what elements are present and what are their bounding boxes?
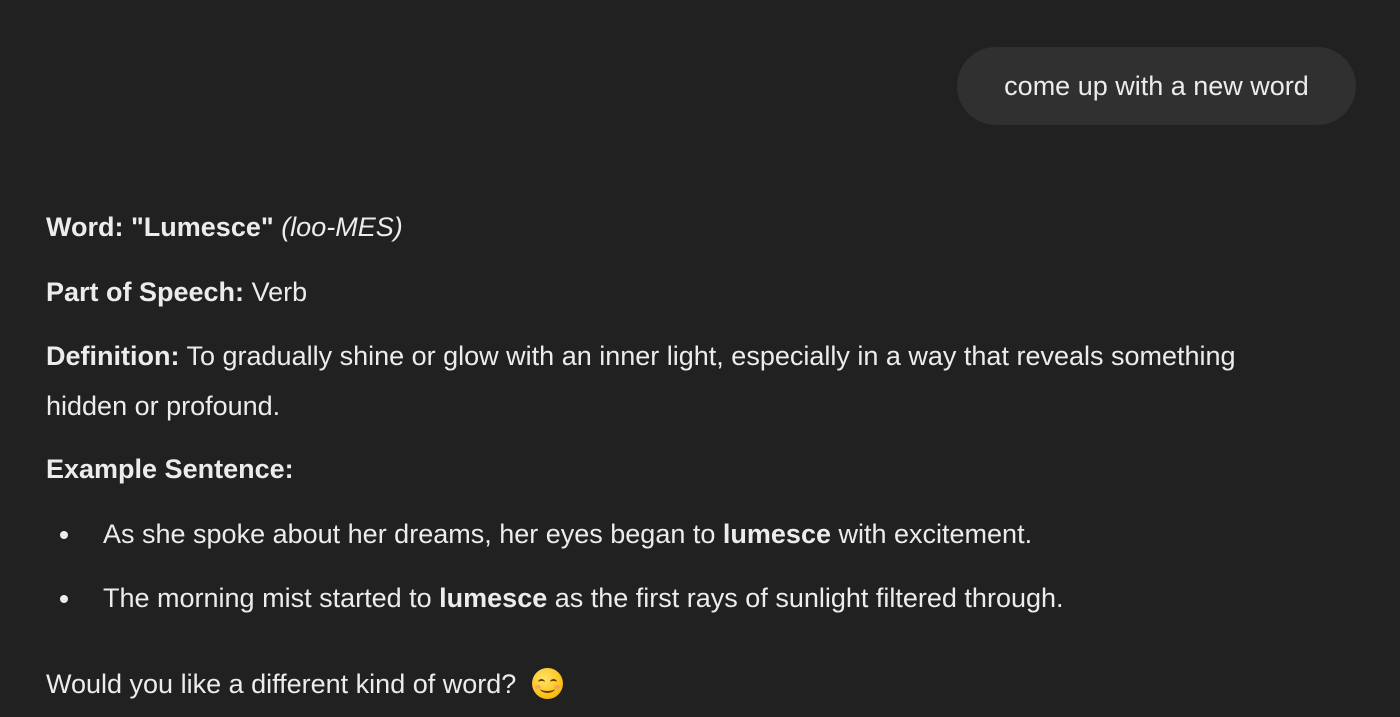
user-message-text: come up with a new word bbox=[1004, 70, 1309, 101]
user-message-bubble: come up with a new word bbox=[957, 47, 1356, 125]
word-label: Word: bbox=[46, 212, 124, 242]
example-highlight-word: lumesce bbox=[722, 519, 831, 549]
word-pronunciation: (loo-MES) bbox=[281, 212, 403, 242]
example-sentence: As she spoke about her dreams, her eyes … bbox=[103, 518, 1032, 550]
example-highlight-word: lumesce bbox=[439, 583, 548, 613]
word-value: "Lumesce" bbox=[131, 212, 274, 242]
definition-label: Definition: bbox=[46, 341, 180, 371]
bullet-icon bbox=[60, 531, 68, 539]
definition-text-line2: hidden or profound. bbox=[46, 391, 281, 421]
example-text-after: with excitement. bbox=[838, 519, 1033, 549]
example-label: Example Sentence: bbox=[46, 454, 294, 484]
example-sentence: The morning mist started to lumesce as t… bbox=[103, 582, 1064, 614]
definition-continuation: hidden or profound. bbox=[46, 390, 280, 422]
word-line: Word: "Lumesce" (loo-MES) bbox=[46, 211, 403, 243]
example-text-before: As she spoke about her dreams, her eyes … bbox=[103, 519, 716, 549]
closing-question: Would you like a different kind of word? bbox=[46, 669, 517, 699]
pos-label: Part of Speech: bbox=[46, 277, 245, 307]
example-text-after: as the first rays of sunlight filtered t… bbox=[554, 583, 1064, 613]
smiling-face-icon bbox=[531, 668, 563, 699]
definition-text-line1: To gradually shine or glow with an inner… bbox=[186, 341, 1236, 371]
definition-line: Definition: To gradually shine or glow w… bbox=[46, 340, 1236, 372]
bullet-icon bbox=[60, 595, 68, 603]
pos-value: Verb bbox=[251, 277, 308, 307]
closing-line: Would you like a different kind of word? bbox=[46, 668, 563, 700]
part-of-speech-line: Part of Speech: Verb bbox=[46, 276, 307, 308]
example-heading: Example Sentence: bbox=[46, 453, 294, 485]
example-text-before: The morning mist started to bbox=[103, 583, 432, 613]
